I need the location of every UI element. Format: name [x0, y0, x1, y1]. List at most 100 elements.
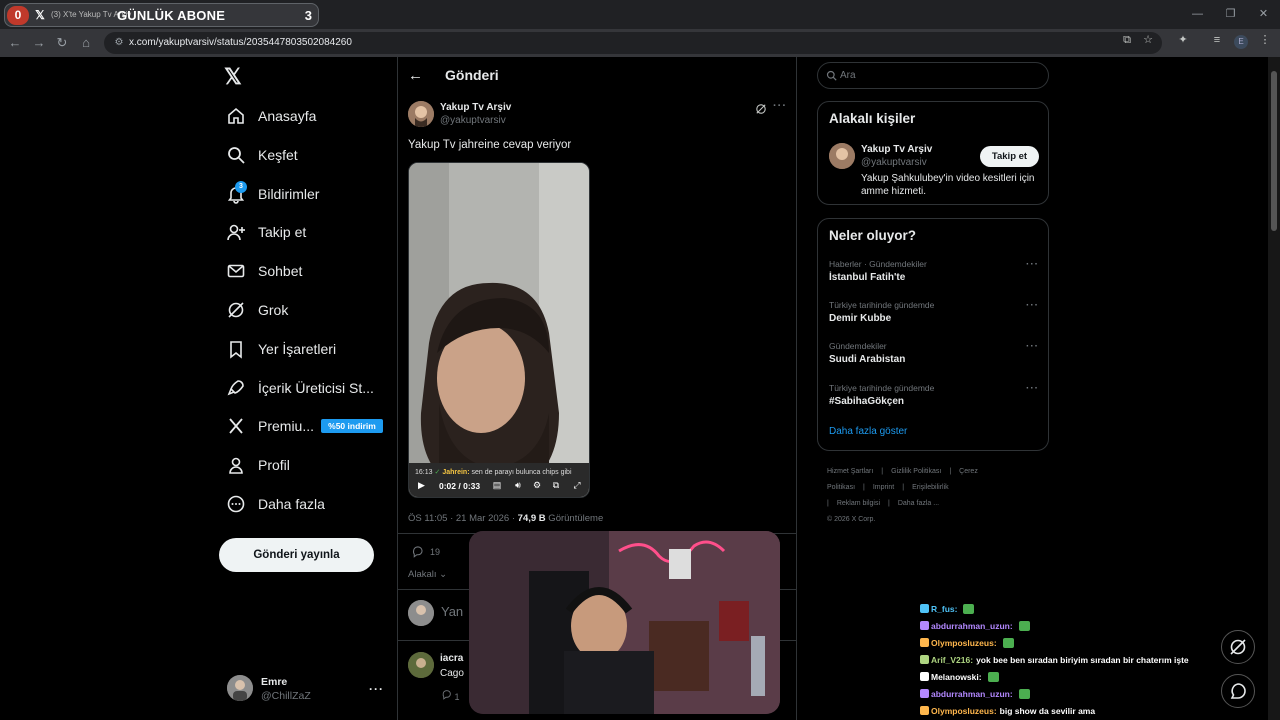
post-video[interactable]: 16:13 ✓ Jahrein: sen de parayı bulunca c…	[408, 162, 590, 498]
close-icon[interactable]: ✕	[1247, 0, 1280, 29]
post-meta: ÖS 11:05 · 21 Mar 2026 · 74,9 B Görüntül…	[408, 513, 603, 524]
sidebar-item-sohbet[interactable]: Sohbet	[226, 258, 302, 284]
footer-link[interactable]: Reklam bilgisi	[837, 500, 880, 507]
trend-more-icon[interactable]: ···	[1026, 300, 1039, 311]
reading-list-icon[interactable]: ≡	[1210, 33, 1224, 47]
scrollbar-thumb[interactable]	[1271, 71, 1277, 231]
sidebar-item-profil[interactable]: Profil	[226, 452, 290, 478]
footer-separator: |	[949, 468, 952, 475]
grok-icon[interactable]	[755, 102, 767, 114]
reply-input[interactable]: Yan	[441, 604, 463, 619]
sidebar-item-takip-et[interactable]: Takip et	[226, 219, 306, 245]
follow-button[interactable]: Takip et	[980, 146, 1039, 167]
chat-message: Arif_V216: yok bee ben sıradan biriyim sı…	[920, 651, 1220, 668]
back-icon[interactable]: ←	[6, 34, 24, 52]
chat-badge-icon	[920, 672, 929, 681]
reply-author-name[interactable]: iacra	[440, 653, 463, 664]
install-app-icon[interactable]: ⧉	[1120, 33, 1134, 47]
show-more-link[interactable]: Daha fazla göster	[829, 426, 907, 437]
author-avatar[interactable]	[408, 101, 434, 127]
search-input[interactable]: Ara	[817, 62, 1049, 89]
chat-badge-icon	[920, 655, 929, 664]
sidebar-item-yer-i-şaretleri[interactable]: Yer İşaretleri	[226, 336, 336, 362]
trends-title: Neler oluyor?	[829, 228, 917, 243]
post-button[interactable]: Gönderi yayınla	[219, 538, 374, 572]
author-handle[interactable]: @yakuptvarsiv	[440, 115, 506, 126]
account-handle[interactable]: @ChillZaZ	[261, 690, 311, 702]
settings-icon[interactable]: ⚙	[531, 479, 543, 491]
sort-label: Alakalı	[408, 569, 437, 580]
related-handle[interactable]: @yakuptvarsiv	[861, 157, 927, 168]
sidebar-item-i-çerik-üreticisi-st[interactable]: İçerik Üreticisi St...	[226, 375, 374, 401]
forward-icon[interactable]: →	[30, 34, 48, 52]
minimize-icon[interactable]: —	[1181, 0, 1214, 29]
trend-name: Demir Kubbe	[829, 313, 892, 324]
browser-menu-icon[interactable]: ⋮	[1258, 33, 1272, 47]
trend-more-icon[interactable]: ···	[1026, 259, 1039, 270]
post-timestamp[interactable]: ÖS 11:05 · 21 Mar 2026 ·	[408, 513, 518, 524]
site-info-icon[interactable]: ⚙	[112, 36, 126, 50]
author-name[interactable]: Yakup Tv Arşiv	[440, 102, 511, 113]
sidebar-item-label: Yer İşaretleri	[258, 341, 337, 357]
footer-link[interactable]: Daha fazla ...	[898, 500, 939, 507]
sidebar-item-grok[interactable]: Grok	[226, 297, 288, 323]
maximize-icon[interactable]: ❐	[1214, 0, 1247, 29]
reply-author-avatar[interactable]	[408, 652, 434, 678]
play-icon[interactable]: ▶	[418, 480, 425, 491]
grok-float-button[interactable]	[1221, 630, 1255, 664]
pip-icon[interactable]: ⧉	[550, 479, 562, 491]
fullscreen-icon[interactable]: ⤢	[571, 479, 583, 491]
chat-badge-icon	[920, 638, 929, 647]
trend-item[interactable]: Türkiye tarihinde gündemde Demir Kubbe ···	[829, 300, 1039, 324]
messages-float-button[interactable]	[1221, 674, 1255, 708]
extensions-icon[interactable]: ✦	[1176, 33, 1190, 47]
reply-reply-count[interactable]: 1	[441, 689, 460, 702]
x-logo-icon[interactable]: 𝕏	[224, 66, 246, 88]
related-people-card: Alakalı kişiler Yakup Tv Arşiv @yakuptva…	[817, 101, 1049, 205]
trend-name: #SabihaGökçen	[829, 396, 905, 407]
reply-composer-avatar	[408, 600, 434, 626]
home-browser-icon[interactable]: ⌂	[77, 34, 95, 52]
trend-more-icon[interactable]: ···	[1026, 341, 1039, 352]
mail-icon	[226, 261, 246, 281]
sidebar-item-premiu[interactable]: Premiu...	[226, 413, 314, 439]
trend-item[interactable]: Türkiye tarihinde gündemde #SabihaGökçen ·…	[829, 383, 1039, 407]
footer-link[interactable]: © 2026 X Corp.	[827, 516, 875, 523]
sort-dropdown[interactable]: Alakalı ⌄	[408, 569, 447, 580]
trend-item[interactable]: Haberler · Gündemdekiler İstanbul Fatih't…	[829, 259, 1039, 283]
trend-name: Suudi Arabistan	[829, 354, 906, 365]
views-count: 74,9 B	[517, 513, 546, 524]
url-field[interactable]: ⚙ x.com/yakuptvarsiv/status/203544780350…	[104, 32, 1162, 54]
sidebar-item-keşfet[interactable]: Keşfet	[226, 142, 298, 168]
sidebar-item-anasayfa[interactable]: Anasayfa	[226, 103, 316, 129]
post-more-icon[interactable]: ···	[773, 100, 787, 112]
browser-profile-avatar[interactable]: E	[1234, 35, 1248, 49]
footer-link[interactable]: Erişilebilirlik	[912, 484, 949, 491]
bookmark-star-icon[interactable]: ☆	[1141, 33, 1155, 47]
browser-tab[interactable]: 0 𝕏 (3) X'te Yakup Tv Arşiv GÜNLÜK ABONE…	[4, 3, 319, 27]
related-name[interactable]: Yakup Tv Arşiv	[861, 144, 932, 155]
related-avatar[interactable]	[829, 143, 855, 169]
back-arrow-icon[interactable]: ←	[408, 67, 423, 84]
account-more-icon[interactable]: ···	[369, 682, 384, 696]
account-name[interactable]: Emre	[261, 676, 287, 688]
trend-item[interactable]: Gündemdekiler Suudi Arabistan ···	[829, 341, 1039, 365]
footer-link[interactable]: Imprint	[873, 484, 894, 491]
scrollbar[interactable]	[1268, 57, 1280, 720]
captions-icon[interactable]: ▤	[491, 479, 503, 491]
footer-link[interactable]: Gizlilik Politikası	[891, 468, 941, 475]
trend-category: Haberler · Gündemdekiler	[829, 259, 927, 269]
emote-icon	[987, 671, 999, 682]
trend-more-icon[interactable]: ···	[1026, 383, 1039, 394]
sidebar-item-daha-fazla[interactable]: Daha fazla	[226, 491, 325, 517]
reply-action[interactable]: 19	[411, 545, 440, 558]
sidebar-item-label: Premiu...	[258, 418, 315, 434]
footer-link[interactable]: Hizmet Şartları	[827, 468, 873, 475]
column-divider-right	[796, 57, 797, 720]
reload-icon[interactable]: ↻	[53, 34, 71, 52]
sidebar-item-label: Bildirimler	[258, 186, 320, 202]
chat-badge-icon	[920, 706, 929, 715]
account-avatar[interactable]	[227, 675, 253, 701]
volume-icon[interactable]: 🔊︎	[512, 479, 524, 491]
sidebar-item-label: Takip et	[258, 224, 307, 240]
